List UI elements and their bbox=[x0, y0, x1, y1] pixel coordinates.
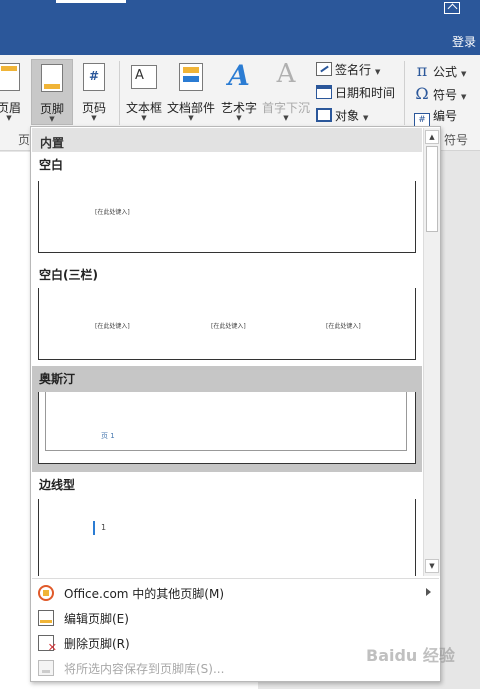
placeholder-text: [在此处键入] bbox=[95, 323, 130, 330]
section-header: 内置 bbox=[32, 128, 422, 152]
chevron-down-icon: ▼ bbox=[461, 93, 467, 101]
chevron-down-icon: ▼ bbox=[363, 114, 369, 122]
pi-icon: π bbox=[416, 61, 428, 80]
menu-divider bbox=[32, 578, 439, 579]
word-art-button[interactable]: A 艺术字 ▼ bbox=[218, 59, 260, 125]
menu-item-label: 编辑页脚(E) bbox=[64, 612, 129, 626]
header-icon bbox=[0, 63, 20, 91]
gallery-item-austin[interactable]: 奥斯汀 页 1 bbox=[32, 366, 422, 472]
gallery-item-preview: 页 1 bbox=[38, 392, 416, 464]
gallery-item-title: 空白(三栏) bbox=[39, 268, 98, 282]
login-link[interactable]: 登录 bbox=[452, 33, 476, 50]
numbering-label: 编号 bbox=[433, 109, 458, 123]
watermark: Baidu 经验 bbox=[366, 646, 455, 665]
gallery-item-title: 空白 bbox=[39, 158, 64, 172]
menu-item-label: Office.com 中的其他页脚(M) bbox=[64, 587, 225, 601]
document-background bbox=[440, 152, 480, 689]
gallery-item-title: 奥斯汀 bbox=[39, 372, 76, 386]
scrollbar-thumb[interactable] bbox=[426, 146, 438, 232]
ribbon-display-options-icon[interactable] bbox=[444, 2, 460, 14]
quick-parts-button[interactable]: 文档部件 ▼ bbox=[166, 59, 216, 125]
gallery-item-border-line[interactable]: 边线型 1 bbox=[32, 472, 422, 576]
placeholder-text: [在此处键入] bbox=[326, 323, 361, 330]
chevron-down-icon: ▼ bbox=[461, 70, 467, 78]
object-icon bbox=[316, 108, 332, 122]
office-icon bbox=[38, 585, 54, 601]
page-number-button[interactable]: # 页码 ▼ bbox=[74, 59, 114, 125]
chevron-down-icon: ▼ bbox=[141, 114, 147, 122]
chevron-down-icon: ▼ bbox=[283, 114, 289, 122]
edit-footer-icon bbox=[38, 610, 54, 626]
group-label-header-footer: 页 bbox=[18, 133, 31, 147]
chevron-down-icon: ▼ bbox=[375, 68, 381, 76]
gallery-scrollbar[interactable]: ▲ ▼ bbox=[423, 128, 440, 576]
gallery-item-blank[interactable]: 空白 [在此处键入] bbox=[32, 152, 422, 278]
drop-cap-icon: A bbox=[276, 59, 296, 89]
scroll-down-icon[interactable]: ▼ bbox=[425, 559, 439, 573]
symbol-button[interactable]: Ω 符号 ▼ bbox=[414, 84, 466, 104]
austin-frame bbox=[45, 392, 407, 451]
group-divider bbox=[404, 61, 405, 125]
scroll-up-icon[interactable]: ▲ bbox=[425, 130, 439, 144]
footer-icon bbox=[41, 64, 63, 92]
accent-bar bbox=[93, 521, 95, 535]
numbering-icon: # bbox=[414, 113, 430, 127]
quick-access-box bbox=[56, 0, 126, 3]
chevron-down-icon: ▼ bbox=[91, 114, 97, 122]
text-box-button[interactable]: 文本框 ▼ bbox=[123, 59, 165, 125]
signature-line-icon bbox=[316, 62, 332, 76]
header-button[interactable]: 页眉 ▼ bbox=[0, 59, 24, 125]
numbering-button[interactable]: # 编号 bbox=[414, 107, 457, 127]
word-art-icon: A bbox=[228, 59, 250, 92]
more-footers-from-office-item[interactable]: Office.com 中的其他页脚(M) bbox=[32, 581, 439, 605]
footer-dropdown-menu: 内置 空白 [在此处键入] 空白(三栏) [在此处键入] [在此处键入] [在此… bbox=[30, 126, 441, 682]
date-time-button[interactable]: 日期和时间 bbox=[316, 84, 395, 104]
group-label-symbols: 符号 bbox=[444, 133, 469, 147]
symbol-label: 符号 bbox=[433, 88, 458, 102]
save-to-gallery-icon bbox=[38, 660, 54, 676]
quick-parts-icon bbox=[179, 63, 203, 91]
chevron-down-icon: ▼ bbox=[188, 114, 194, 122]
edit-footer-item[interactable]: 编辑页脚(E) bbox=[32, 606, 439, 630]
date-time-label: 日期和时间 bbox=[335, 86, 396, 100]
menu-item-label: 将所选内容保存到页脚库(S)... bbox=[64, 662, 225, 676]
group-divider bbox=[119, 61, 120, 125]
gallery-item-preview: 1 bbox=[38, 499, 416, 576]
text-box-icon bbox=[131, 65, 157, 89]
gallery-item-preview: [在此处键入] [在此处键入] [在此处键入] bbox=[38, 288, 416, 360]
omega-icon: Ω bbox=[415, 84, 429, 103]
equation-button[interactable]: π 公式 ▼ bbox=[414, 61, 467, 81]
object-button[interactable]: 对象 ▼ bbox=[316, 107, 368, 127]
calendar-icon bbox=[316, 85, 332, 99]
chevron-down-icon: ▼ bbox=[6, 114, 12, 122]
placeholder-text: [在此处键入] bbox=[95, 209, 130, 216]
page-number-icon: # bbox=[83, 63, 105, 91]
footer-button[interactable]: 页脚 ▼ bbox=[31, 59, 73, 125]
chevron-down-icon: ▼ bbox=[49, 115, 55, 123]
gallery-item-preview: [在此处键入] bbox=[38, 181, 416, 253]
page-number-text: 1 bbox=[101, 523, 107, 532]
signature-line-label: 签名行 bbox=[335, 63, 372, 77]
chevron-down-icon: ▼ bbox=[236, 114, 242, 122]
menu-item-label: 删除页脚(R) bbox=[64, 637, 130, 651]
equation-label: 公式 bbox=[433, 65, 458, 79]
title-bar: 登录 bbox=[0, 0, 480, 55]
page-number-text: 页 1 bbox=[101, 432, 115, 440]
object-label: 对象 bbox=[335, 109, 360, 123]
chevron-right-icon bbox=[426, 588, 431, 596]
footer-gallery: 空白 [在此处键入] 空白(三栏) [在此处键入] [在此处键入] [在此处键入… bbox=[32, 152, 422, 576]
placeholder-text: [在此处键入] bbox=[211, 323, 246, 330]
gallery-item-title: 边线型 bbox=[39, 478, 76, 492]
signature-line-button[interactable]: 签名行 ▼ bbox=[316, 61, 380, 81]
delete-footer-icon bbox=[38, 635, 57, 654]
drop-cap-button[interactable]: A 首字下沉 ▼ bbox=[261, 59, 311, 125]
